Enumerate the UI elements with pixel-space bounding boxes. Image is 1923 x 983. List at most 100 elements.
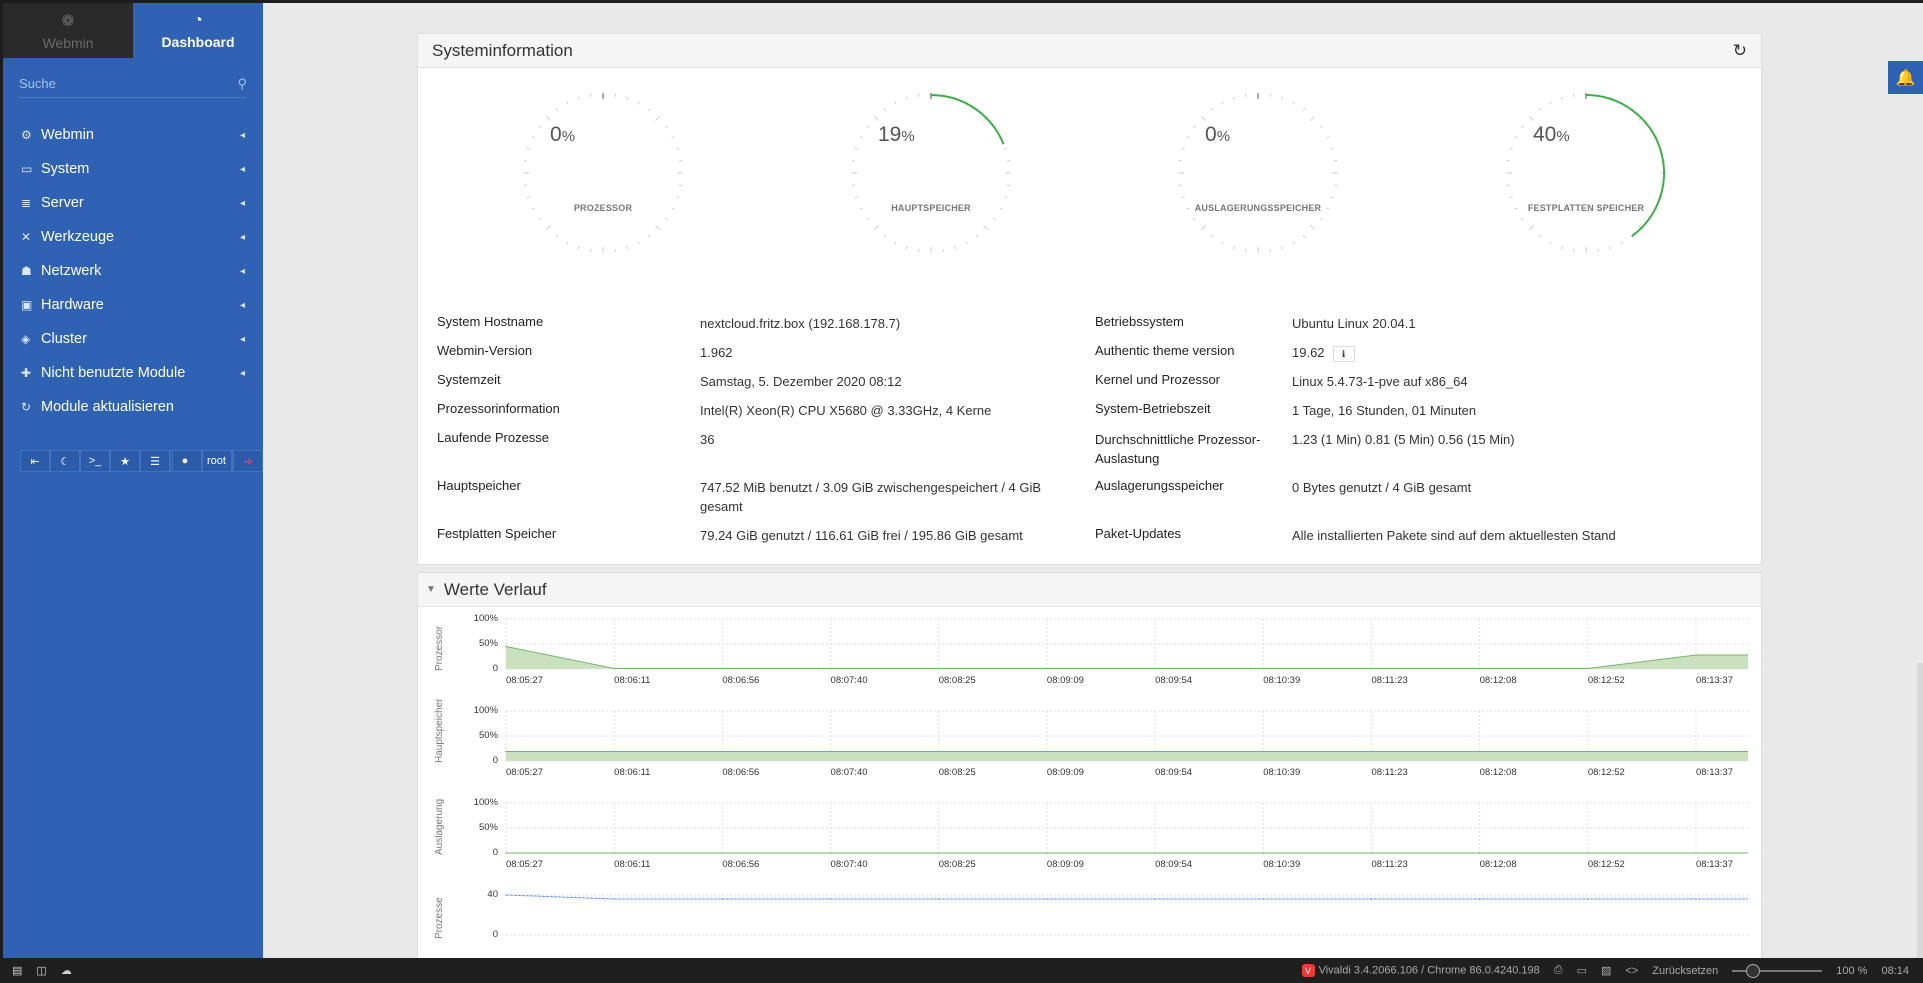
x-tick-label: 08:08:25 [938, 675, 976, 686]
sidebar-search[interactable]: Suche ⚲ [19, 70, 247, 98]
gauge-tick [1520, 217, 1524, 221]
gauge-tick [566, 101, 569, 105]
network-icon: ☗ [21, 264, 32, 278]
package-updates-link[interactable]: Alle installierten Pakete sind auf dem a… [1292, 526, 1616, 545]
code-icon[interactable]: <> [1625, 965, 1638, 977]
gauge-tick [894, 101, 897, 105]
caret-left-icon: ◂ [239, 197, 245, 209]
sidebar-item-system[interactable]: ▭ System ◂ [3, 152, 263, 186]
sidebar-item-server[interactable]: ≣ Server ◂ [3, 186, 263, 220]
gauge-tick [1331, 147, 1335, 150]
gauge-tick [1186, 136, 1190, 139]
y-tick-label: 0 [492, 755, 498, 766]
sidebar-item-hardware[interactable]: ▣ Hardware ◂ [3, 288, 263, 322]
panel-toggle-icon[interactable]: ▤ [12, 964, 22, 977]
systemzeit-link[interactable]: Samstag, 5. Dezember 2020 08:12 [700, 372, 902, 391]
data-point [505, 750, 507, 753]
gauge-tick [546, 224, 552, 230]
sidebar-item-label: Module aktualisieren [41, 399, 174, 415]
user-icon: ● [171, 450, 202, 472]
x-tick-label: 08:12:52 [1587, 767, 1625, 778]
gauge-tick [883, 107, 887, 111]
tab-webmin[interactable]: ❁ Webmin [3, 3, 133, 58]
gauge-tick [537, 217, 541, 221]
gauge-tick [531, 136, 535, 139]
gauge-tick [1309, 224, 1315, 230]
reload-icon[interactable]: ↻ [1733, 41, 1747, 61]
x-tick-label: 08:11:23 [1371, 675, 1408, 686]
zoom-reset[interactable]: Zurücksetzen [1652, 965, 1718, 977]
gauge-tick [982, 224, 988, 230]
terminal-icon[interactable]: >_ [80, 450, 110, 472]
user-button[interactable]: ● root [170, 450, 233, 472]
x-tick-label: 08:09:09 [1046, 767, 1084, 778]
data-point [1587, 667, 1589, 670]
search-icon[interactable]: ⚲ [237, 76, 247, 92]
gauge-tick [1538, 235, 1542, 239]
image-icon[interactable]: ▨ [1601, 964, 1611, 977]
window-icon[interactable]: ▭ [1577, 964, 1587, 977]
notification-bell-icon[interactable]: 🔔 [1888, 61, 1923, 94]
gauge-tick [654, 224, 660, 230]
y-tick-label: 100% [473, 705, 498, 716]
sidebar-item-module-aktualisieren[interactable]: ↻ Module aktualisieren [3, 390, 263, 424]
puzzle-icon: ✚ [21, 366, 32, 380]
x-tick-label: 08:09:54 [1155, 767, 1193, 778]
caret-down-icon[interactable]: ▼ [426, 584, 436, 595]
scrollbar-thumb[interactable] [1917, 663, 1923, 961]
hostname-link[interactable]: nextcloud.fritz.box (192.168.178.7) [700, 314, 900, 333]
hdd-icon: ▣ [21, 298, 33, 312]
data-point [1478, 852, 1481, 854]
collapse-sidebar-icon[interactable]: ⇤ [20, 450, 50, 472]
history-title: Werte Verlauf [443, 579, 547, 599]
history-chart-prozessor: Prozessor 100% 50% 0 08:05:27 08:06:11 08:06:5… [428, 611, 1748, 701]
data-point [1587, 852, 1589, 854]
camera-icon[interactable]: ⎙ [1554, 964, 1563, 977]
info-label: Paket-Updates [1095, 526, 1181, 541]
chart-svg [505, 618, 1748, 670]
settings-sliders-icon[interactable]: ☰ [140, 450, 170, 472]
tiling-icon[interactable]: ◫ [36, 964, 46, 977]
data-point [937, 898, 940, 900]
x-tick-label: 08:09:54 [1155, 675, 1193, 686]
history-chart-hauptspeicher: Hauptspeicher 100% 50% 0 08:05:27 08:06:11 08:… [428, 699, 1748, 793]
gauge-tick [1529, 116, 1535, 122]
gauges: 0% PROZESSOR 19% HAUPTSPEICHER 0% AUSLAG… [418, 68, 1761, 278]
uptime-link[interactable]: 1 Tage, 16 Stunden, 01 Minuten [1292, 401, 1476, 420]
sidebar-item-werkzeuge[interactable]: ✕ Werkzeuge ◂ [3, 220, 263, 254]
sidebar-item-nicht-benutzte-module[interactable]: ✚ Nicht benutzte Module ◂ [3, 356, 263, 390]
y-tick-label: 50% [478, 730, 498, 741]
sidebar-item-cluster[interactable]: ◈ Cluster ◂ [3, 322, 263, 356]
processes-link[interactable]: 36 [700, 430, 714, 449]
gauge-tick [654, 116, 660, 122]
sidebar-item-netzwerk[interactable]: ☗ Netzwerk ◂ [3, 254, 263, 288]
info-icon[interactable]: ℹ [1332, 346, 1355, 362]
search-input[interactable]: Suche [19, 76, 56, 91]
x-tick-label: 08:06:11 [614, 859, 651, 870]
gauge-tick [1302, 107, 1306, 111]
chart-svg [505, 710, 1748, 762]
x-tick-label: 08:13:37 [1696, 859, 1733, 870]
tab-dashboard[interactable]: ◔ Dashboard [133, 3, 263, 58]
logout-icon[interactable]: ➜ [233, 450, 263, 472]
favorites-star-icon[interactable]: ★ [110, 450, 140, 472]
gauge-tick [1232, 246, 1235, 250]
zoom-slider-knob[interactable] [1746, 963, 1761, 978]
sync-cloud-icon[interactable]: ☁ [61, 964, 72, 977]
data-point [721, 898, 724, 900]
gauge-arc [1585, 94, 1665, 237]
sidebar-item-webmin[interactable]: ⚙ Webmin ◂ [3, 118, 263, 152]
x-tick-label: 08:12:52 [1587, 859, 1625, 870]
gauge-tick [1192, 217, 1196, 221]
laptop-icon: ▭ [21, 162, 33, 176]
gauge-tick [676, 196, 680, 199]
history-header[interactable]: ▼ Werte Verlauf [418, 573, 1761, 607]
data-point [1695, 852, 1697, 854]
gauge-tick [676, 147, 680, 150]
gauge-tick [555, 107, 559, 111]
night-mode-icon[interactable]: ☾ [50, 450, 80, 472]
sidebar-item-label: Server [41, 195, 84, 211]
zoom-slider[interactable] [1732, 963, 1823, 978]
gauge-tick [1181, 147, 1185, 150]
info-label: Systemzeit [437, 372, 501, 387]
